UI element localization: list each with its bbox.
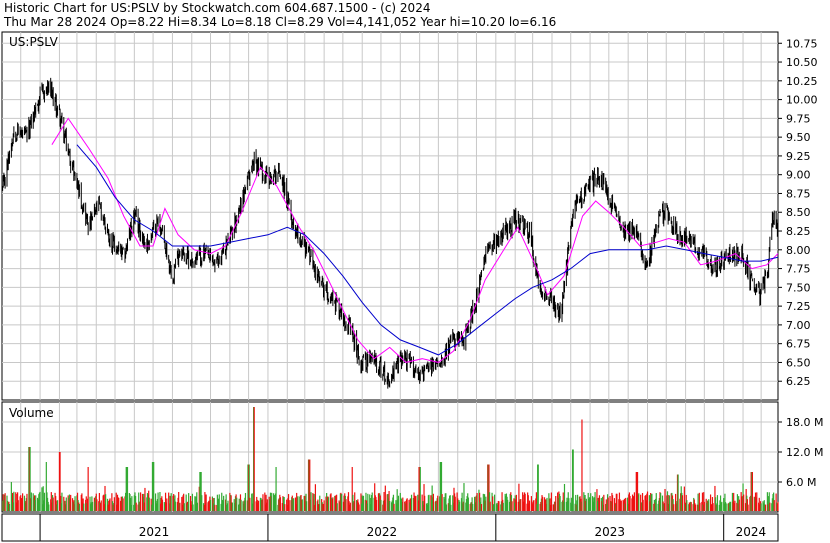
price-tick-label: 8.50	[786, 206, 811, 219]
volume-tick-label: 12.0 M	[786, 446, 823, 459]
price-y-axis: 6.25 6.50 6.75 7.00 7.25 7.50 7.75 8.00 8.25 8.50…	[778, 37, 818, 388]
price-tick-label: 9.00	[786, 169, 811, 182]
price-tick-label: 8.25	[786, 225, 811, 238]
time-axis: 2021 2022 2023 2024	[39, 514, 767, 541]
price-tick-label: 6.25	[786, 375, 811, 388]
price-panel-label: US:PSLV	[9, 35, 59, 49]
price-tick-label: 8.00	[786, 244, 811, 257]
price-tick-label: 6.75	[786, 338, 811, 351]
price-tick-label: 6.50	[786, 356, 811, 369]
stock-chart: 6.25 6.50 6.75 7.00 7.25 7.50 7.75 8.00 8.25 8.50…	[1, 31, 823, 542]
chart-window: Historic Chart for US:PSLV by Stockwatch…	[0, 0, 830, 543]
volume-tick-label: 6.0 M	[786, 476, 816, 489]
year-label: 2022	[367, 525, 398, 539]
price-tick-label: 10.00	[786, 94, 818, 107]
price-panel-frame	[1, 31, 779, 401]
price-tick-label: 8.75	[786, 187, 811, 200]
price-tick-label: 9.75	[786, 112, 811, 125]
volume-bars	[2, 407, 779, 511]
price-tick-label: 10.75	[786, 37, 818, 50]
volume-panel-label: Volume	[9, 406, 54, 420]
year-label: 2023	[594, 525, 625, 539]
year-label: 2024	[736, 525, 767, 539]
grid-lines	[2, 32, 778, 512]
price-bars	[2, 77, 779, 389]
price-tick-label: 7.00	[786, 319, 811, 332]
price-tick-label: 7.50	[786, 281, 811, 294]
short-moving-average-line	[51, 117, 779, 363]
price-tick-label: 7.25	[786, 300, 811, 313]
price-tick-label: 10.25	[786, 75, 818, 88]
year-label: 2021	[139, 525, 170, 539]
volume-tick-label: 18.0 M	[786, 416, 823, 429]
price-tick-label: 9.25	[786, 150, 811, 163]
price-tick-label: 7.75	[786, 263, 811, 276]
volume-y-axis: 6.0 M 12.0 M 18.0 M	[778, 416, 823, 489]
price-tick-label: 9.50	[786, 131, 811, 144]
price-tick-label: 10.50	[786, 56, 818, 69]
volume-panel-frame	[1, 401, 779, 513]
